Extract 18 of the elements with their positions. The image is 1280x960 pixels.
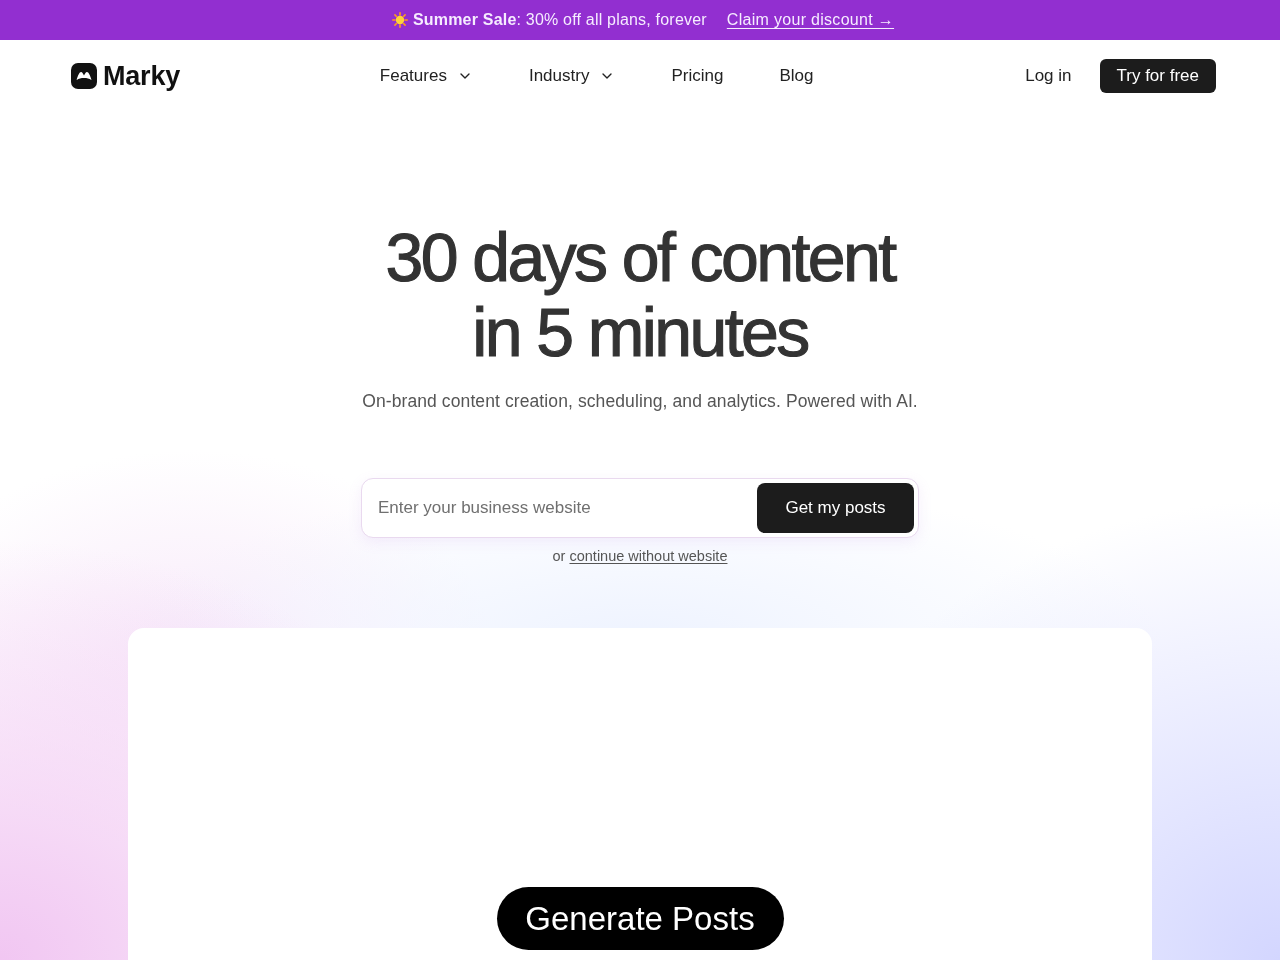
nav-link[interactable]: Features (379, 66, 473, 86)
try-free-button[interactable]: Try for free (1099, 59, 1216, 93)
alternative-text: or continue without website (552, 548, 728, 564)
nav-link[interactable]: Industry (528, 66, 616, 86)
hero-title: 30 days of content in 5 minutes (385, 220, 895, 370)
sale-text: Summer Sale: 30% off all plans, forever (412, 11, 707, 29)
logo-icon (71, 63, 97, 89)
brand-name: Marky (103, 60, 181, 92)
get-posts-button[interactable]: Get my posts (757, 483, 914, 533)
claim-discount-link[interactable]: Claim your discount → (726, 11, 895, 29)
login-link[interactable]: Log in (1025, 66, 1072, 86)
continue-without-website-link[interactable]: continue without website (569, 548, 728, 564)
hero-subtitle: On-brand content creation, scheduling, and analytics. Powered with AI. (362, 391, 918, 412)
nav-link[interactable]: Pricing (671, 66, 724, 86)
generate-posts-button[interactable]: Generate Posts (496, 887, 784, 950)
nav-link[interactable]: Blog (779, 66, 814, 86)
sun-icon (391, 12, 408, 28)
website-field[interactable]: Enter your business website Get my posts (361, 478, 919, 538)
